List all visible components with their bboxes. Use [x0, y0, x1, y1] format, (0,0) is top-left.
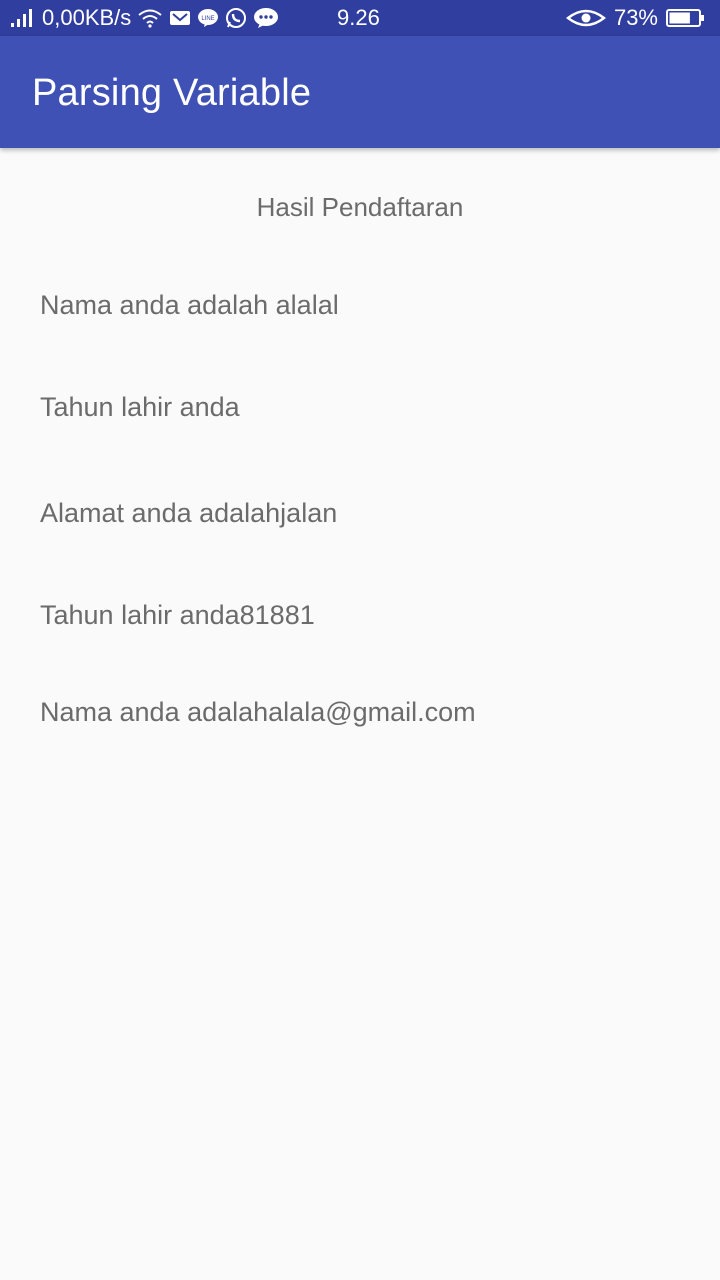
battery-percent: 73% [613, 5, 658, 30]
line-icon: LINE [197, 8, 219, 28]
status-right: 73% [565, 0, 706, 36]
main-content: Hasil Pendaftaran Nama anda adalah alala… [0, 148, 720, 1280]
network-speed: 0,00KB/s [42, 5, 132, 30]
battery-icon [666, 8, 706, 28]
result-line-birth-year-value: Tahun lahir anda81881 [40, 600, 315, 630]
eye-icon [565, 8, 606, 28]
whatsapp-icon [225, 7, 247, 29]
result-line-birth-year: Tahun lahir anda [40, 392, 240, 422]
app-bar: Parsing Variable [0, 36, 720, 148]
svg-text:LINE: LINE [202, 16, 215, 22]
gmail-icon [169, 9, 191, 27]
signal-icon [10, 8, 36, 28]
status-left: 0,00KB/s LINE [10, 0, 279, 36]
status-time: 9.26 [337, 5, 380, 30]
wifi-icon [137, 8, 163, 28]
app-title: Parsing Variable [32, 72, 312, 114]
result-line-email: Nama anda adalahalala@gmail.com [40, 697, 476, 727]
status-bar: 0,00KB/s LINE 9.26 73% [0, 0, 720, 36]
result-heading: Hasil Pendaftaran [256, 192, 464, 222]
chat-icon [253, 7, 279, 29]
result-line-address: Alamat anda adalahjalan [40, 498, 338, 528]
result-line-name: Nama anda adalah alalal [40, 290, 339, 320]
